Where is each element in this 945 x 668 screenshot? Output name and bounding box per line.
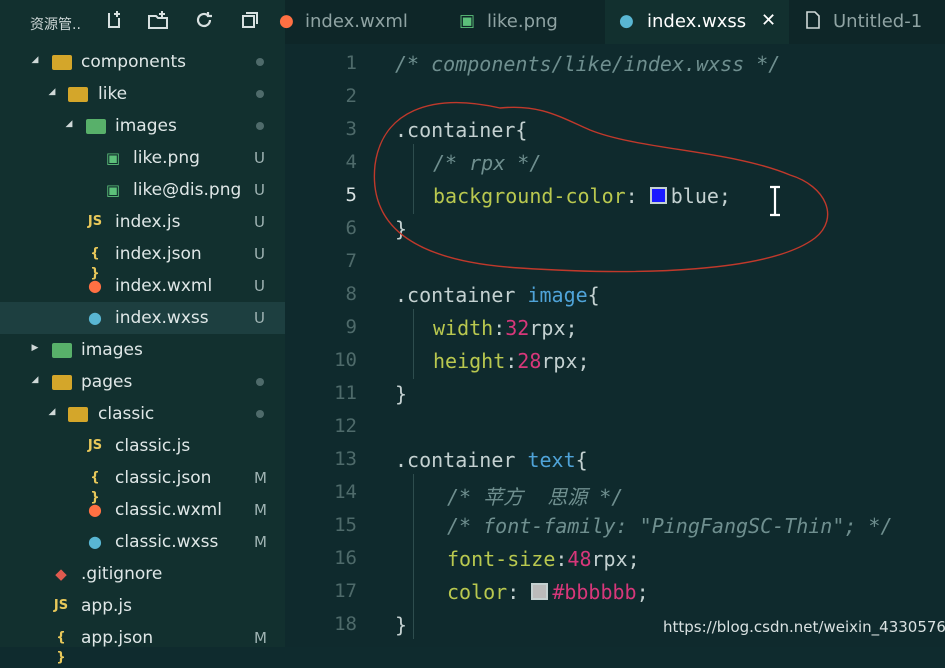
watermark-text: https://blog.csdn.net/weixin_43305764 xyxy=(663,618,945,636)
ide-window: 资源管.. ◢ components ◢ like ◢ images ▣ lik… xyxy=(0,0,945,665)
text-cursor-icon xyxy=(770,185,780,217)
annotation-circle xyxy=(373,101,829,273)
